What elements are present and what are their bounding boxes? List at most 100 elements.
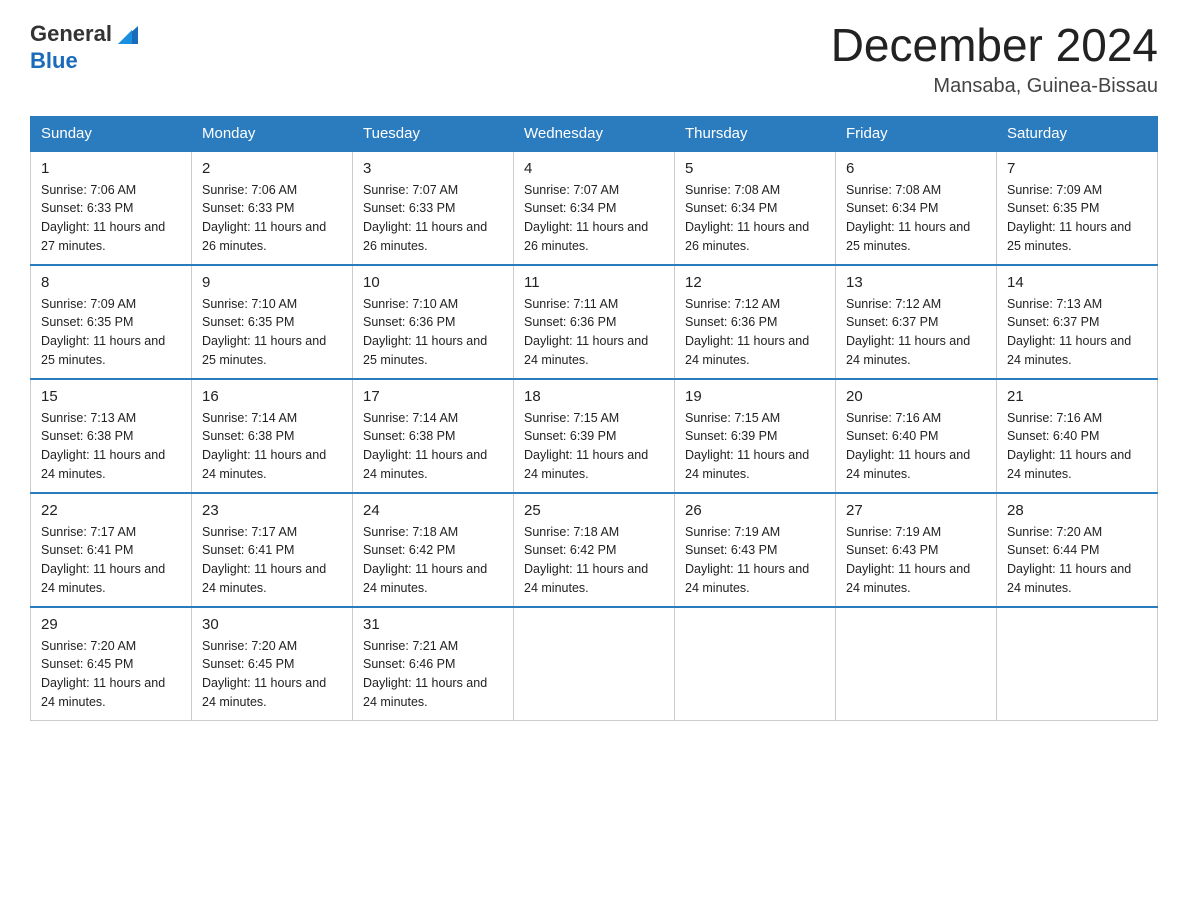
location-subtitle: Mansaba, Guinea-Bissau bbox=[831, 75, 1158, 98]
header-saturday: Saturday bbox=[997, 116, 1158, 151]
calendar-cell: 4 Sunrise: 7:07 AMSunset: 6:34 PMDaylight… bbox=[514, 151, 675, 265]
day-info: Sunrise: 7:18 AMSunset: 6:42 PMDaylight:… bbox=[363, 525, 487, 595]
day-info: Sunrise: 7:16 AMSunset: 6:40 PMDaylight:… bbox=[846, 411, 970, 481]
logo-general-text: General bbox=[30, 21, 112, 47]
day-number: 31 bbox=[363, 616, 503, 633]
day-info: Sunrise: 7:17 AMSunset: 6:41 PMDaylight:… bbox=[202, 525, 326, 595]
calendar-cell: 5 Sunrise: 7:08 AMSunset: 6:34 PMDaylight… bbox=[675, 151, 836, 265]
calendar-cell: 7Sunrise: 7:09 AMSunset: 6:35 PMDaylight… bbox=[997, 151, 1158, 265]
day-number: 14 bbox=[1007, 274, 1147, 291]
day-info: Sunrise: 7:07 AMSunset: 6:33 PMDaylight:… bbox=[363, 183, 487, 253]
calendar-cell: 16 Sunrise: 7:14 AMSunset: 6:38 PMDayligh… bbox=[192, 379, 353, 493]
calendar-cell: 24Sunrise: 7:18 AMSunset: 6:42 PMDayligh… bbox=[353, 493, 514, 607]
calendar-week-row: 15Sunrise: 7:13 AMSunset: 6:38 PMDayligh… bbox=[31, 379, 1158, 493]
day-number: 19 bbox=[685, 388, 825, 405]
day-info: Sunrise: 7:15 AMSunset: 6:39 PMDaylight:… bbox=[524, 411, 648, 481]
calendar-cell: 23 Sunrise: 7:17 AMSunset: 6:41 PMDayligh… bbox=[192, 493, 353, 607]
calendar-cell: 28 Sunrise: 7:20 AMSunset: 6:44 PMDayligh… bbox=[997, 493, 1158, 607]
header-friday: Friday bbox=[836, 116, 997, 151]
calendar-cell: 13Sunrise: 7:12 AMSunset: 6:37 PMDayligh… bbox=[836, 265, 997, 379]
day-info: Sunrise: 7:17 AMSunset: 6:41 PMDaylight:… bbox=[41, 525, 165, 595]
calendar-cell: 20Sunrise: 7:16 AMSunset: 6:40 PMDayligh… bbox=[836, 379, 997, 493]
calendar-cell: 3 Sunrise: 7:07 AMSunset: 6:33 PMDaylight… bbox=[353, 151, 514, 265]
calendar-cell: 30Sunrise: 7:20 AMSunset: 6:45 PMDayligh… bbox=[192, 607, 353, 721]
day-info: Sunrise: 7:14 AMSunset: 6:38 PMDaylight:… bbox=[363, 411, 487, 481]
day-info: Sunrise: 7:20 AMSunset: 6:44 PMDaylight:… bbox=[1007, 525, 1131, 595]
calendar-cell: 15Sunrise: 7:13 AMSunset: 6:38 PMDayligh… bbox=[31, 379, 192, 493]
day-number: 5 bbox=[685, 160, 825, 177]
day-number: 25 bbox=[524, 502, 664, 519]
header-tuesday: Tuesday bbox=[353, 116, 514, 151]
day-number: 11 bbox=[524, 274, 664, 291]
page-header: General Blue December 2024 Mansaba, Guin… bbox=[30, 20, 1158, 98]
month-title: December 2024 bbox=[831, 20, 1158, 71]
day-number: 18 bbox=[524, 388, 664, 405]
calendar-cell: 9 Sunrise: 7:10 AMSunset: 6:35 PMDaylight… bbox=[192, 265, 353, 379]
day-info: Sunrise: 7:19 AMSunset: 6:43 PMDaylight:… bbox=[846, 525, 970, 595]
day-number: 8 bbox=[41, 274, 181, 291]
calendar-cell: 8 Sunrise: 7:09 AMSunset: 6:35 PMDaylight… bbox=[31, 265, 192, 379]
day-number: 1 bbox=[41, 160, 181, 177]
header-monday: Monday bbox=[192, 116, 353, 151]
logo: General Blue bbox=[30, 20, 142, 74]
header-sunday: Sunday bbox=[31, 116, 192, 151]
day-number: 4 bbox=[524, 160, 664, 177]
calendar-cell: 29 Sunrise: 7:20 AMSunset: 6:45 PMDayligh… bbox=[31, 607, 192, 721]
day-number: 21 bbox=[1007, 388, 1147, 405]
day-number: 26 bbox=[685, 502, 825, 519]
header-thursday: Thursday bbox=[675, 116, 836, 151]
day-info: Sunrise: 7:10 AMSunset: 6:36 PMDaylight:… bbox=[363, 297, 487, 367]
calendar-cell bbox=[514, 607, 675, 721]
day-number: 15 bbox=[41, 388, 181, 405]
day-info: Sunrise: 7:12 AMSunset: 6:37 PMDaylight:… bbox=[846, 297, 970, 367]
day-number: 7 bbox=[1007, 160, 1147, 177]
calendar-cell: 10Sunrise: 7:10 AMSunset: 6:36 PMDayligh… bbox=[353, 265, 514, 379]
calendar-cell: 26 Sunrise: 7:19 AMSunset: 6:43 PMDayligh… bbox=[675, 493, 836, 607]
logo-icon bbox=[114, 20, 142, 48]
day-info: Sunrise: 7:20 AMSunset: 6:45 PMDaylight:… bbox=[202, 639, 326, 709]
day-number: 6 bbox=[846, 160, 986, 177]
calendar-cell: 27Sunrise: 7:19 AMSunset: 6:43 PMDayligh… bbox=[836, 493, 997, 607]
day-info: Sunrise: 7:19 AMSunset: 6:43 PMDaylight:… bbox=[685, 525, 809, 595]
day-number: 28 bbox=[1007, 502, 1147, 519]
day-info: Sunrise: 7:14 AMSunset: 6:38 PMDaylight:… bbox=[202, 411, 326, 481]
calendar-cell: 25 Sunrise: 7:18 AMSunset: 6:42 PMDayligh… bbox=[514, 493, 675, 607]
day-info: Sunrise: 7:12 AMSunset: 6:36 PMDaylight:… bbox=[685, 297, 809, 367]
calendar-cell: 22 Sunrise: 7:17 AMSunset: 6:41 PMDayligh… bbox=[31, 493, 192, 607]
calendar-week-row: 8 Sunrise: 7:09 AMSunset: 6:35 PMDaylight… bbox=[31, 265, 1158, 379]
day-info: Sunrise: 7:09 AMSunset: 6:35 PMDaylight:… bbox=[41, 297, 165, 367]
calendar-cell: 1 Sunrise: 7:06 AMSunset: 6:33 PMDaylight… bbox=[31, 151, 192, 265]
day-info: Sunrise: 7:10 AMSunset: 6:35 PMDaylight:… bbox=[202, 297, 326, 367]
calendar-cell: 21Sunrise: 7:16 AMSunset: 6:40 PMDayligh… bbox=[997, 379, 1158, 493]
title-block: December 2024 Mansaba, Guinea-Bissau bbox=[831, 20, 1158, 98]
day-number: 9 bbox=[202, 274, 342, 291]
day-number: 16 bbox=[202, 388, 342, 405]
day-info: Sunrise: 7:18 AMSunset: 6:42 PMDaylight:… bbox=[524, 525, 648, 595]
calendar-cell: 19 Sunrise: 7:15 AMSunset: 6:39 PMDayligh… bbox=[675, 379, 836, 493]
calendar-cell: 14 Sunrise: 7:13 AMSunset: 6:37 PMDayligh… bbox=[997, 265, 1158, 379]
logo-blue-text: Blue bbox=[30, 48, 78, 74]
day-number: 17 bbox=[363, 388, 503, 405]
day-info: Sunrise: 7:08 AMSunset: 6:34 PMDaylight:… bbox=[685, 183, 809, 253]
day-number: 22 bbox=[41, 502, 181, 519]
calendar-week-row: 22 Sunrise: 7:17 AMSunset: 6:41 PMDayligh… bbox=[31, 493, 1158, 607]
calendar-cell: 31Sunrise: 7:21 AMSunset: 6:46 PMDayligh… bbox=[353, 607, 514, 721]
day-info: Sunrise: 7:11 AMSunset: 6:36 PMDaylight:… bbox=[524, 297, 648, 367]
day-number: 23 bbox=[202, 502, 342, 519]
day-info: Sunrise: 7:15 AMSunset: 6:39 PMDaylight:… bbox=[685, 411, 809, 481]
day-number: 2 bbox=[202, 160, 342, 177]
calendar-cell: 12Sunrise: 7:12 AMSunset: 6:36 PMDayligh… bbox=[675, 265, 836, 379]
day-info: Sunrise: 7:06 AMSunset: 6:33 PMDaylight:… bbox=[202, 183, 326, 253]
calendar-table: SundayMondayTuesdayWednesdayThursdayFrid… bbox=[30, 116, 1158, 721]
day-info: Sunrise: 7:20 AMSunset: 6:45 PMDaylight:… bbox=[41, 639, 165, 709]
calendar-cell bbox=[675, 607, 836, 721]
calendar-cell bbox=[997, 607, 1158, 721]
calendar-cell: 6Sunrise: 7:08 AMSunset: 6:34 PMDaylight… bbox=[836, 151, 997, 265]
day-info: Sunrise: 7:13 AMSunset: 6:37 PMDaylight:… bbox=[1007, 297, 1131, 367]
day-info: Sunrise: 7:07 AMSunset: 6:34 PMDaylight:… bbox=[524, 183, 648, 253]
day-info: Sunrise: 7:06 AMSunset: 6:33 PMDaylight:… bbox=[41, 183, 165, 253]
day-number: 29 bbox=[41, 616, 181, 633]
calendar-header-row: SundayMondayTuesdayWednesdayThursdayFrid… bbox=[31, 116, 1158, 151]
day-number: 3 bbox=[363, 160, 503, 177]
calendar-cell: 2 Sunrise: 7:06 AMSunset: 6:33 PMDaylight… bbox=[192, 151, 353, 265]
